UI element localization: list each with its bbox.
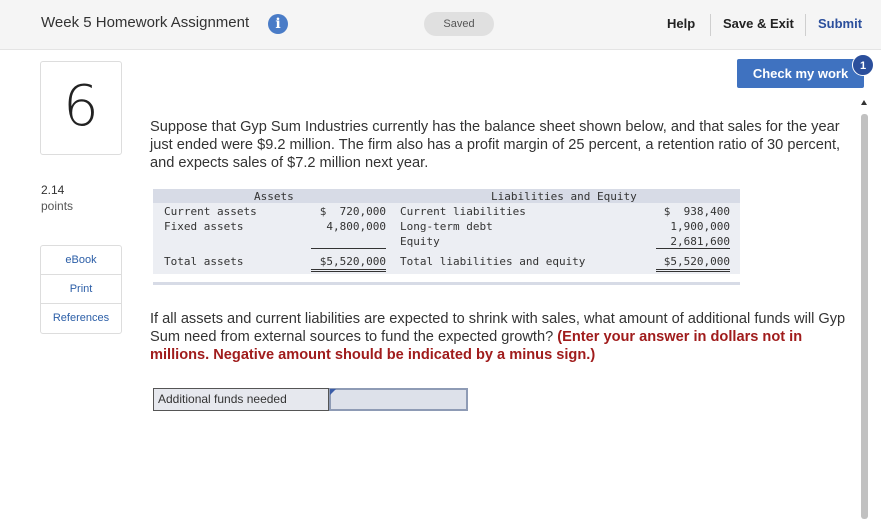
saved-status-badge: Saved xyxy=(424,12,494,36)
print-link[interactable]: Print xyxy=(41,275,121,304)
header-divider xyxy=(805,14,806,36)
question-intro: Suppose that Gyp Sum Industries currentl… xyxy=(150,119,841,171)
total-double-rule xyxy=(311,269,386,272)
top-header: Week 5 Homework Assignment i Saved Help … xyxy=(0,0,881,50)
assets-header: Assets xyxy=(254,190,294,203)
header-divider xyxy=(710,14,711,36)
asset-label: Current assets xyxy=(164,205,257,218)
total-assets-value: $5,520,000 xyxy=(319,255,386,268)
check-my-work-button[interactable]: Check my work xyxy=(737,59,864,88)
resource-links: eBook Print References xyxy=(40,245,122,334)
liability-value: 2,681,600 xyxy=(670,235,730,248)
points-label: points xyxy=(41,199,74,213)
balance-sheet-table: Assets Liabilities and Equity Current as… xyxy=(153,189,740,274)
asset-label: Fixed assets xyxy=(164,220,244,233)
save-exit-button[interactable]: Save & Exit xyxy=(723,16,794,31)
asset-value: 4,800,000 xyxy=(326,220,386,233)
liability-value: 1,900,000 xyxy=(670,220,730,233)
references-link[interactable]: References xyxy=(41,304,121,333)
liabilities-header: Liabilities and Equity xyxy=(491,190,637,203)
asset-value: $ 720,000 xyxy=(319,205,386,218)
table-footer-bar xyxy=(153,282,740,285)
total-liabilities-label: Total liabilities and equity xyxy=(400,255,586,268)
ebook-link[interactable]: eBook xyxy=(41,246,121,275)
points-value: 2.14 xyxy=(41,183,65,197)
liability-label: Long-term debt xyxy=(400,220,493,233)
question-number-card: 6 xyxy=(40,61,122,155)
additional-funds-input[interactable] xyxy=(329,388,468,411)
input-flag-icon xyxy=(330,389,336,395)
help-button[interactable]: Help xyxy=(667,16,695,31)
info-icon[interactable]: i xyxy=(268,14,288,34)
subtotal-rule xyxy=(656,248,730,249)
total-assets-label: Total assets xyxy=(164,255,244,268)
scroll-thumb[interactable] xyxy=(861,114,868,519)
table-header-row xyxy=(153,189,740,203)
total-double-rule xyxy=(656,269,730,272)
scroll-up-arrow-icon[interactable] xyxy=(861,100,867,105)
check-count-badge: 1 xyxy=(852,54,874,76)
total-liabilities-value: $5,520,000 xyxy=(663,255,730,268)
question-prompt: If all assets and current liabilities ar… xyxy=(150,310,850,364)
subtotal-rule xyxy=(311,248,386,249)
question-number: 6 xyxy=(63,74,99,139)
liability-label: Equity xyxy=(400,235,440,248)
liability-value: $ 938,400 xyxy=(663,205,730,218)
vertical-scrollbar[interactable] xyxy=(858,96,870,519)
assignment-title: Week 5 Homework Assignment xyxy=(41,14,250,31)
submit-button[interactable]: Submit xyxy=(818,16,862,31)
liability-label: Current liabilities xyxy=(400,205,526,218)
additional-funds-label: Additional funds needed xyxy=(153,388,329,411)
